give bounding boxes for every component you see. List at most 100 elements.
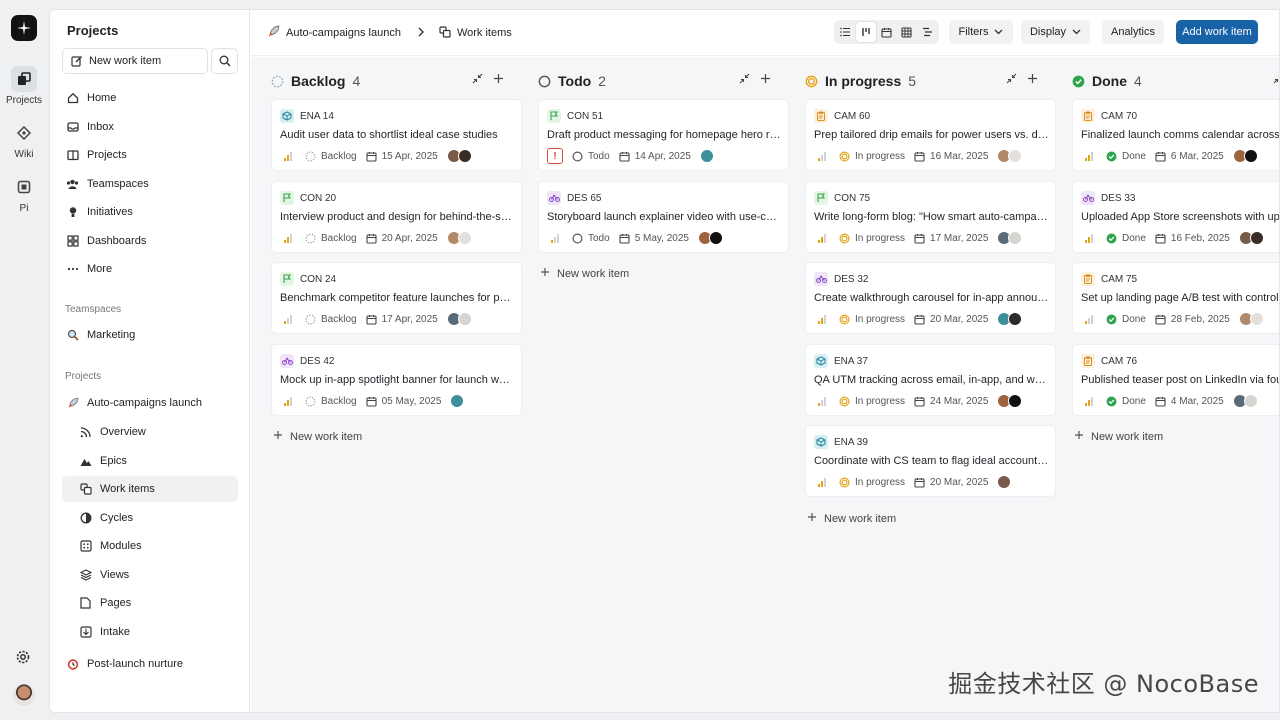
work-item-state[interactable]: Todo bbox=[572, 233, 610, 244]
work-item-card[interactable]: CAM 60 Prep tailored drip emails for powe… bbox=[805, 99, 1056, 171]
column-new-work-item[interactable]: New work item bbox=[807, 512, 896, 525]
project-modules[interactable]: Modules bbox=[62, 533, 238, 559]
calendar-layout-icon[interactable] bbox=[877, 22, 896, 42]
add-icon[interactable] bbox=[760, 73, 771, 87]
work-item-title[interactable]: Interview product and design for behind-… bbox=[280, 211, 516, 223]
work-item-due-date[interactable]: 5 May, 2025 bbox=[619, 233, 689, 244]
column-new-work-item[interactable]: New work item bbox=[1074, 430, 1163, 443]
analytics-button[interactable]: Analytics bbox=[1102, 20, 1164, 44]
work-item-card[interactable]: DES 33 Uploaded App Store screenshots wit… bbox=[1072, 181, 1279, 253]
work-item-title[interactable]: Set up landing page A/B test with contro… bbox=[1081, 292, 1279, 304]
breadcrumb-project[interactable]: Auto-campaigns launch bbox=[286, 27, 401, 39]
work-item-state[interactable]: Backlog bbox=[305, 314, 357, 325]
work-item-due-date[interactable]: 28 Feb, 2025 bbox=[1155, 314, 1230, 325]
display-button[interactable]: Display bbox=[1021, 20, 1090, 44]
work-item-card[interactable]: CAM 70 Finalized launch comms calendar ac… bbox=[1072, 99, 1279, 171]
collapse-icon[interactable] bbox=[1273, 73, 1279, 87]
work-item-state[interactable]: Backlog bbox=[305, 396, 357, 407]
work-item-card[interactable]: ENA 39 Coordinate with CS team to flag id… bbox=[805, 425, 1056, 497]
work-item-card[interactable]: ENA 14 Audit user data to shortlist ideal… bbox=[271, 99, 522, 171]
work-item-card[interactable]: CAM 75 Set up landing page A/B test with … bbox=[1072, 262, 1279, 334]
project-overview[interactable]: Overview bbox=[62, 419, 238, 445]
settings-gear-icon[interactable] bbox=[14, 648, 32, 669]
priority-bars-icon[interactable] bbox=[280, 148, 296, 164]
project-views[interactable]: Views bbox=[62, 562, 238, 588]
assignees[interactable] bbox=[997, 231, 1023, 245]
nav-teamspaces[interactable]: Teamspaces bbox=[62, 171, 238, 197]
priority-bars-icon[interactable] bbox=[280, 311, 296, 327]
priority-bars-icon[interactable] bbox=[280, 393, 296, 409]
project-post-launch[interactable]: Post-launch nurture bbox=[62, 651, 238, 677]
project-intake[interactable]: Intake bbox=[62, 619, 238, 645]
nav-inbox[interactable]: Inbox bbox=[62, 114, 238, 140]
assignees[interactable] bbox=[1238, 312, 1264, 326]
work-item-due-date[interactable]: 16 Mar, 2025 bbox=[914, 151, 988, 162]
rail-pi[interactable]: Pi bbox=[0, 174, 48, 214]
assignees[interactable] bbox=[1232, 149, 1258, 163]
breadcrumb-page[interactable]: Work items bbox=[457, 27, 512, 39]
work-item-state[interactable]: In progress bbox=[839, 151, 905, 162]
work-item-title[interactable]: Coordinate with CS team to flag ideal ac… bbox=[814, 455, 1050, 467]
nav-dashboards[interactable]: Dashboards bbox=[62, 228, 238, 254]
list-layout-icon[interactable] bbox=[836, 22, 855, 42]
project-epics[interactable]: Epics bbox=[62, 448, 238, 474]
work-item-due-date[interactable]: 4 Mar, 2025 bbox=[1155, 396, 1224, 407]
work-item-title[interactable]: Finalized launch comms calendar across a… bbox=[1081, 129, 1279, 141]
work-item-due-date[interactable]: 6 Mar, 2025 bbox=[1155, 151, 1224, 162]
assignees[interactable] bbox=[450, 394, 465, 408]
work-item-state[interactable]: Todo bbox=[572, 151, 610, 162]
work-item-due-date[interactable]: 20 Mar, 2025 bbox=[914, 314, 988, 325]
work-item-title[interactable]: QA UTM tracking across email, in-app, an… bbox=[814, 374, 1050, 386]
rail-projects[interactable]: Projects bbox=[0, 66, 48, 106]
priority-bars-icon[interactable] bbox=[814, 311, 830, 327]
priority-bars-icon[interactable] bbox=[1081, 148, 1097, 164]
work-item-state[interactable]: Backlog bbox=[305, 151, 357, 162]
work-item-state[interactable]: In progress bbox=[839, 314, 905, 325]
spreadsheet-layout-icon[interactable] bbox=[897, 22, 916, 42]
work-item-state[interactable]: In progress bbox=[839, 233, 905, 244]
priority-bars-icon[interactable] bbox=[1081, 393, 1097, 409]
project-cycles[interactable]: Cycles bbox=[62, 505, 238, 531]
work-item-due-date[interactable]: 15 Apr, 2025 bbox=[366, 151, 438, 162]
priority-bars-icon[interactable] bbox=[1081, 230, 1097, 246]
sidebar-search-button[interactable] bbox=[211, 48, 238, 74]
collapse-icon[interactable] bbox=[472, 73, 483, 87]
work-item-due-date[interactable]: 20 Apr, 2025 bbox=[366, 233, 438, 244]
priority-bars-icon[interactable] bbox=[814, 230, 830, 246]
priority-bars-icon[interactable] bbox=[280, 230, 296, 246]
work-item-title[interactable]: Create walkthrough carousel for in-app a… bbox=[814, 292, 1050, 304]
nav-home[interactable]: Home bbox=[62, 85, 238, 111]
filters-button[interactable]: Filters bbox=[949, 20, 1013, 44]
work-item-card[interactable]: CON 51 Draft product messaging for homepa… bbox=[538, 99, 789, 171]
assignees[interactable] bbox=[446, 149, 472, 163]
assignees[interactable] bbox=[997, 312, 1023, 326]
work-item-title[interactable]: Draft product messaging for homepage her… bbox=[547, 129, 783, 141]
priority-bars-icon[interactable] bbox=[547, 230, 563, 246]
work-item-title[interactable]: Benchmark competitor feature launches fo… bbox=[280, 292, 516, 304]
project-auto-campaigns[interactable]: Auto-campaigns launch bbox=[62, 390, 238, 416]
work-item-state[interactable]: Done bbox=[1106, 314, 1146, 325]
teamspace-marketing[interactable]: Marketing bbox=[62, 322, 238, 348]
work-item-card[interactable]: ENA 37 QA UTM tracking across email, in-a… bbox=[805, 344, 1056, 416]
work-item-title[interactable]: Audit user data to shortlist ideal case … bbox=[280, 129, 516, 141]
add-work-item-button[interactable]: Add work item bbox=[1176, 20, 1258, 44]
assignees[interactable] bbox=[446, 231, 472, 245]
assignees[interactable] bbox=[699, 149, 714, 163]
work-item-title[interactable]: Uploaded App Store screenshots with upda… bbox=[1081, 211, 1279, 223]
work-item-due-date[interactable]: 24 Mar, 2025 bbox=[914, 396, 988, 407]
work-item-due-date[interactable]: 14 Apr, 2025 bbox=[619, 151, 691, 162]
project-work-items[interactable]: Work items bbox=[62, 476, 238, 502]
work-item-state[interactable]: In progress bbox=[839, 396, 905, 407]
nav-initiatives[interactable]: Initiatives bbox=[62, 199, 238, 225]
priority-bars-icon[interactable] bbox=[1081, 311, 1097, 327]
work-item-card[interactable]: CON 24 Benchmark competitor feature launc… bbox=[271, 262, 522, 334]
work-item-title[interactable]: Mock up in-app spotlight banner for laun… bbox=[280, 374, 516, 386]
work-item-card[interactable]: CAM 76 Published teaser post on LinkedIn … bbox=[1072, 344, 1279, 416]
work-item-state[interactable]: In progress bbox=[839, 477, 905, 488]
work-item-card[interactable]: DES 32 Create walkthrough carousel for in… bbox=[805, 262, 1056, 334]
assignees[interactable] bbox=[446, 312, 472, 326]
work-item-state[interactable]: Done bbox=[1106, 151, 1146, 162]
assignees[interactable] bbox=[1238, 231, 1264, 245]
priority-bars-icon[interactable] bbox=[814, 393, 830, 409]
work-item-card[interactable]: CON 20 Interview product and design for b… bbox=[271, 181, 522, 253]
